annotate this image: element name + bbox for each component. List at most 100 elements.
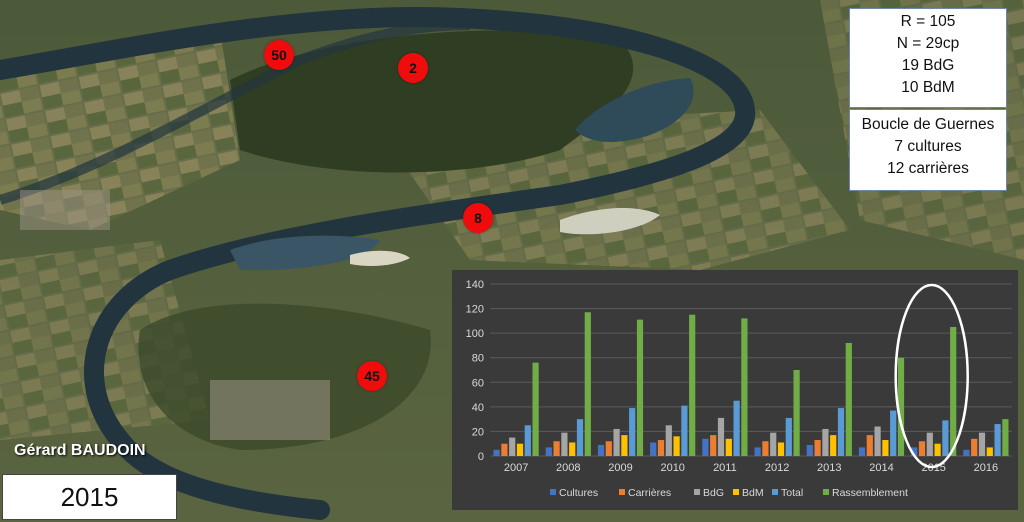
bar-carrières-2012: [762, 441, 769, 456]
bar-rassemblement-2010: [689, 314, 696, 456]
bar-rassemblement-2016: [1002, 419, 1009, 456]
bar-bdm-2011: [725, 438, 732, 456]
x-tick-label: 2010: [660, 462, 684, 474]
legend-swatch-carrières: [619, 489, 625, 495]
x-tick-label: 2009: [608, 462, 632, 474]
legend-label: BdM: [742, 487, 764, 499]
bar-bdm-2008: [569, 442, 576, 456]
bar-bdm-2014: [882, 440, 889, 456]
bar-bdg-2008: [561, 432, 568, 456]
bar-bdg-2007: [509, 437, 516, 456]
legend-swatch-cultures: [550, 489, 556, 495]
x-tick-label: 2014: [869, 462, 893, 474]
x-tick-label: 2012: [765, 462, 789, 474]
stats-line: R = 105: [900, 13, 956, 30]
bar-cultures-2012: [754, 447, 761, 456]
bar-total-2007: [524, 425, 531, 456]
bar-total-2009: [629, 408, 636, 456]
year-label: 2015: [60, 481, 119, 512]
location-box: Boucle de Guernes 7 cultures 12 carrière…: [849, 109, 1007, 191]
y-tick-label: 20: [472, 426, 484, 438]
bar-carrières-2010: [657, 440, 665, 456]
bar-rassemblement-2015: [950, 327, 957, 456]
bar-cultures-2016: [963, 449, 970, 456]
bar-rassemblement-2012: [793, 370, 800, 456]
author-label: Gérard BAUDOIN: [14, 442, 146, 459]
bar-total-2016: [994, 424, 1001, 456]
bar-bdm-2009: [621, 435, 628, 456]
location-line: 7 cultures: [894, 138, 962, 155]
map-marker-8[interactable]: 8: [463, 203, 493, 233]
bar-bdm-2012: [777, 442, 785, 456]
bar-total-2011: [733, 400, 740, 456]
bar-total-2014: [890, 410, 897, 456]
bar-cultures-2013: [806, 444, 813, 456]
bar-total-2010: [681, 405, 688, 456]
bar-carrières-2014: [866, 435, 873, 456]
bar-bdg-2013: [822, 428, 829, 456]
map-marker-45[interactable]: 45: [357, 361, 387, 391]
legend-swatch-bdm: [733, 489, 739, 495]
bar-cultures-2009: [597, 444, 605, 456]
bar-carrières-2015: [918, 441, 926, 456]
bar-bdm-2007: [516, 443, 524, 456]
bar-carrières-2007: [501, 443, 508, 456]
bar-carrières-2013: [814, 440, 821, 456]
stats-line: 10 BdM: [901, 79, 955, 96]
bar-cultures-2010: [650, 442, 657, 456]
stats-line: 19 BdG: [901, 57, 955, 74]
map-marker-2[interactable]: 2: [398, 53, 428, 83]
bar-bdg-2016: [978, 432, 986, 456]
bar-carrières-2011: [710, 435, 717, 456]
bar-bdg-2010: [665, 425, 672, 456]
bar-cultures-2014: [858, 447, 866, 456]
bar-cultures-2007: [493, 449, 500, 456]
bar-carrières-2008: [553, 441, 560, 456]
bar-rassemblement-2008: [584, 312, 591, 456]
y-tick-label: 140: [466, 279, 484, 291]
x-tick-label: 2016: [974, 462, 998, 474]
bar-carrières-2016: [971, 438, 978, 456]
bar-chart: 0 20 40 60 80 100 120 140 2007 2008 2009 2010 2011 20…: [466, 279, 1012, 499]
bar-rassemblement-2007: [532, 362, 539, 456]
legend-label: BdG: [703, 487, 724, 499]
town: [20, 190, 110, 230]
bar-bdg-2015: [926, 432, 933, 456]
x-tick-label: 2011: [713, 462, 737, 474]
y-tick-label: 60: [472, 377, 484, 389]
map-marker-50[interactable]: 50: [264, 40, 294, 70]
legend-label: Total: [781, 487, 803, 499]
x-tick-label: 2013: [817, 462, 841, 474]
town: [210, 380, 330, 440]
bar-bdm-2010: [673, 436, 680, 456]
bar-bdg-2011: [717, 417, 725, 456]
bar-cultures-2011: [702, 438, 709, 456]
x-tick-label: 2007: [504, 462, 528, 474]
legend-swatch-rassemblement: [823, 489, 829, 495]
bar-total-2008: [576, 419, 584, 456]
y-tick-label: 80: [472, 353, 484, 365]
chart-panel: 0 20 40 60 80 100 120 140 2007 2008 2009 2010 2011 20…: [452, 270, 1018, 510]
legend-label: Cultures: [559, 487, 598, 499]
legend-label: Rassemblement: [832, 487, 908, 499]
stats-line: N = 29cp: [896, 35, 960, 52]
location-line: 12 carrières: [887, 160, 969, 177]
legend-label: Carrières: [628, 487, 671, 499]
bar-bdg-2012: [770, 432, 777, 456]
stats-box: R = 105 N = 29cp 19 BdG 10 BdM: [849, 8, 1007, 108]
y-tick-label: 100: [466, 328, 484, 340]
bar-bdg-2014: [874, 426, 881, 456]
bar-rassemblement-2011: [741, 318, 748, 456]
y-tick-label: 0: [478, 451, 484, 463]
y-tick-label: 40: [472, 402, 484, 414]
y-tick-label: 120: [466, 304, 484, 316]
bar-cultures-2008: [545, 447, 552, 456]
bar-total-2013: [837, 408, 845, 456]
bar-bdm-2016: [986, 447, 993, 456]
bar-rassemblement-2013: [845, 342, 852, 456]
location-line: Boucle de Guernes: [861, 116, 995, 133]
legend-swatch-total: [772, 489, 778, 495]
bar-bdg-2009: [613, 428, 620, 456]
legend-swatch-bdg: [694, 489, 700, 495]
bar-bdm-2015: [934, 443, 941, 456]
